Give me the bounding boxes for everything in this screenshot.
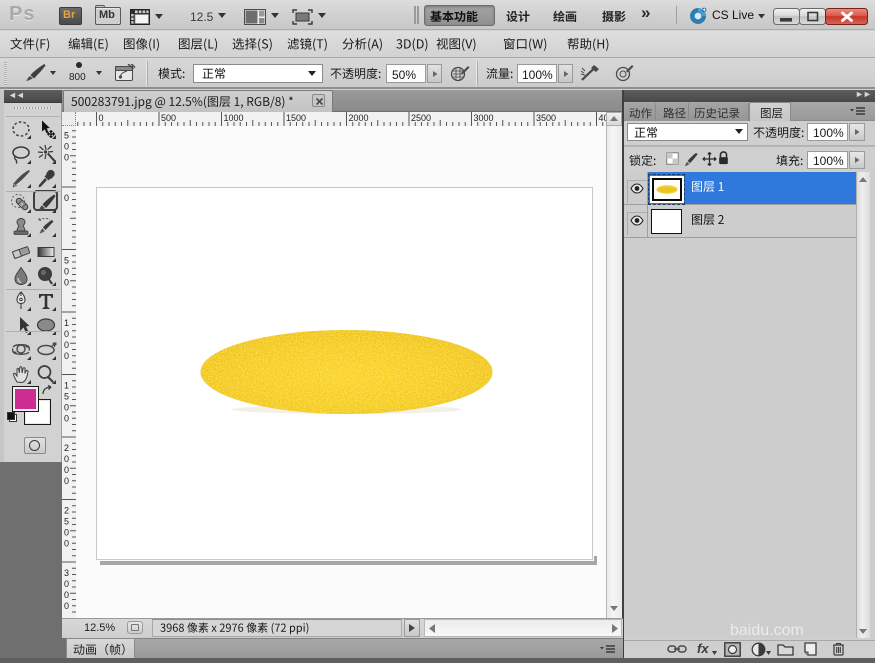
svg-text:1000: 1000 [224, 113, 244, 123]
svg-text:0: 0 [64, 579, 69, 589]
svg-text:0: 0 [64, 351, 69, 361]
svg-text:0: 0 [64, 340, 69, 350]
svg-text:0: 0 [64, 329, 69, 339]
svg-text:2: 2 [64, 443, 69, 453]
svg-text:0: 0 [64, 278, 69, 288]
svg-text:0: 0 [64, 539, 69, 549]
svg-text:0: 0 [64, 454, 69, 464]
svg-text:2000: 2000 [349, 113, 369, 123]
svg-text:5: 5 [64, 256, 69, 266]
svg-text:500: 500 [161, 113, 176, 123]
svg-text:0: 0 [64, 193, 69, 203]
svg-text:0: 0 [64, 528, 69, 538]
svg-text:0: 0 [99, 113, 104, 123]
svg-text:2: 2 [64, 506, 69, 516]
svg-text:0: 0 [64, 476, 69, 486]
svg-text:5: 5 [64, 517, 69, 527]
svg-text:0: 0 [64, 403, 69, 413]
svg-text:5: 5 [64, 131, 69, 141]
svg-text:1: 1 [64, 318, 69, 328]
svg-text:1500: 1500 [286, 113, 306, 123]
svg-text:3500: 3500 [536, 113, 556, 123]
svg-text:3: 3 [64, 568, 69, 578]
svg-text:0: 0 [64, 142, 69, 152]
svg-text:0: 0 [64, 414, 69, 424]
svg-text:0: 0 [64, 601, 69, 611]
svg-text:5: 5 [64, 392, 69, 402]
svg-text:0: 0 [64, 267, 69, 277]
svg-text:4000: 4000 [599, 113, 607, 123]
svg-text:2500: 2500 [411, 113, 431, 123]
svg-text:0: 0 [64, 590, 69, 600]
svg-text:3000: 3000 [474, 113, 494, 123]
svg-text:0: 0 [64, 465, 69, 475]
svg-text:0: 0 [64, 153, 69, 163]
svg-text:1: 1 [64, 381, 69, 391]
